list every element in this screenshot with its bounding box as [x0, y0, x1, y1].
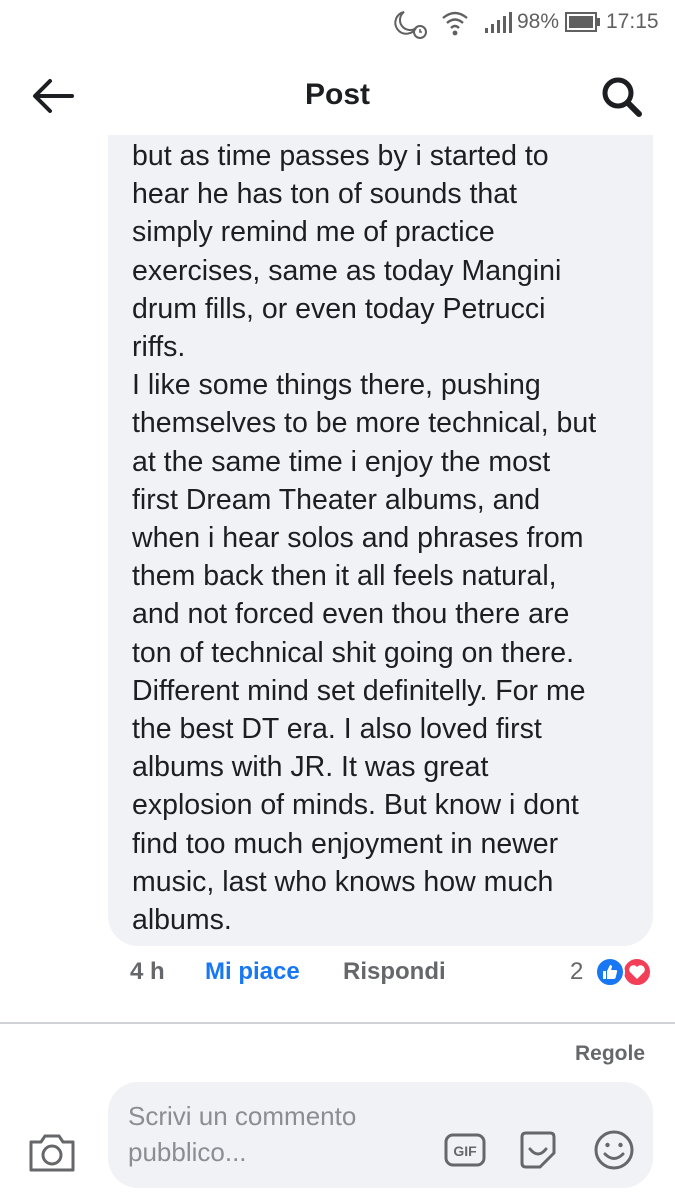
- status-bar: 98% 17:15: [0, 0, 675, 46]
- comment-input[interactable]: [128, 1098, 418, 1178]
- divider: [0, 1022, 675, 1024]
- camera-icon[interactable]: [27, 1130, 77, 1174]
- battery-percent: 98%: [517, 10, 560, 33]
- reply-button[interactable]: Rispondi: [343, 958, 446, 986]
- page-title: Post: [304, 78, 370, 111]
- signal-icon: [485, 12, 512, 33]
- emoji-icon[interactable]: [592, 1127, 636, 1173]
- top-app-bar: Post: [0, 50, 675, 140]
- love-reaction-icon: [622, 957, 652, 987]
- like-reaction-icon: [595, 957, 625, 987]
- svg-text:GIF: GIF: [453, 1143, 477, 1159]
- rules-link[interactable]: Regole: [575, 1042, 645, 1066]
- comment-composer: [108, 1082, 653, 1188]
- comment-text: but as time passes by i started to hear …: [132, 140, 597, 937]
- battery-icon: [565, 12, 600, 32]
- clock: 17:15: [606, 10, 659, 33]
- gif-icon[interactable]: GIF: [443, 1127, 487, 1173]
- like-button[interactable]: Mi piace: [205, 958, 300, 986]
- moon-alarm-icon: [394, 11, 427, 39]
- reaction-count[interactable]: 2: [570, 958, 583, 986]
- search-icon[interactable]: [599, 74, 645, 120]
- sticker-icon[interactable]: [516, 1127, 560, 1173]
- reactions-summary[interactable]: [592, 956, 654, 988]
- wifi-icon: [442, 11, 468, 36]
- comment-time: 4 h: [130, 958, 165, 985]
